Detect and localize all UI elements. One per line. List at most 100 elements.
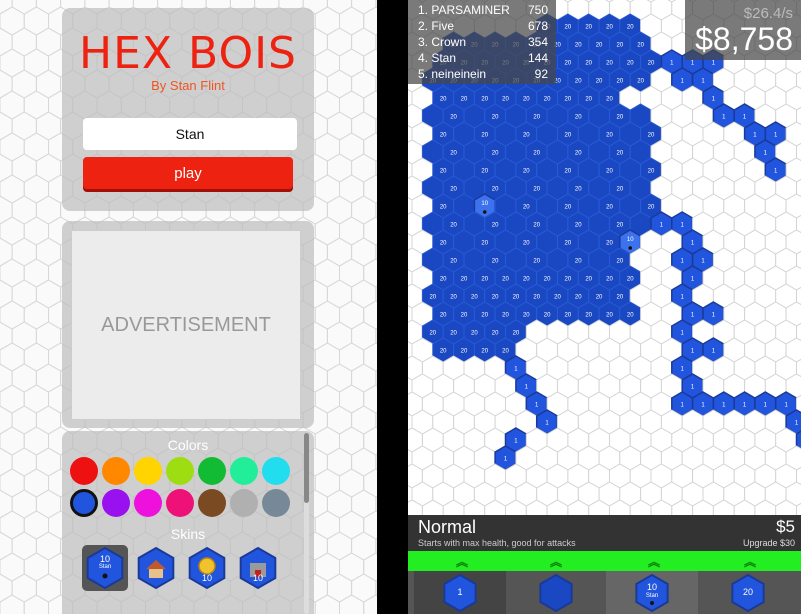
unit-strength-label: 1	[457, 587, 463, 597]
hex-strength-label: 20	[502, 277, 509, 283]
hex-strength-label: 20	[585, 277, 592, 283]
color-swatch[interactable]	[198, 489, 226, 517]
hex-strength-label: 20	[533, 223, 540, 229]
hex-strength-label: 20	[544, 313, 551, 319]
hex-strength-label: 20	[585, 313, 592, 319]
hex-strength-label: 20	[481, 349, 488, 355]
hex-strength-label: 20	[617, 295, 624, 301]
money-balance: $8,758	[695, 21, 793, 57]
income-rate: $26.4/s	[743, 5, 793, 22]
hex-strength-label: 20	[554, 295, 561, 301]
hex-strength-label: 20	[575, 295, 582, 301]
hex-strength-label: 20	[637, 43, 644, 49]
hex-strength-label: 20	[575, 115, 582, 121]
hex-strength-label: 20	[606, 61, 613, 67]
hex-strength-label: 20	[533, 115, 540, 121]
hex-strength-label: 20	[461, 277, 468, 283]
color-swatch[interactable]	[134, 457, 162, 485]
leaderboard-row: 2. Five 678	[418, 19, 552, 35]
hex-strength-label: 20	[461, 97, 468, 103]
hex-strength-label: 20	[481, 313, 488, 319]
leaderboard-row: 4. Stan 144	[418, 51, 552, 67]
hex-strength-label: 20	[575, 259, 582, 265]
hex-strength-label: 20	[565, 277, 572, 283]
hex-strength-label: 20	[544, 97, 551, 103]
hex-strength-label: 20	[492, 295, 499, 301]
customize-panel: Colors Skins 10 Stan 10 10	[62, 431, 314, 614]
hex-strength-label: 20	[606, 277, 613, 283]
hex-strength-label: 20	[585, 61, 592, 67]
color-swatch[interactable]	[70, 457, 98, 485]
color-swatch[interactable]	[102, 489, 130, 517]
unit-option[interactable]: 1	[414, 571, 506, 614]
color-swatch[interactable]	[230, 489, 258, 517]
leaderboard-name: 2. Five	[418, 19, 455, 33]
leaderboard: 1. PARSAMINER 750 2. Five 678 3. Crown 354 …	[408, 0, 556, 84]
color-swatch[interactable]	[70, 489, 98, 517]
color-swatch[interactable]	[102, 457, 130, 485]
hex-strength-label: 20	[627, 25, 634, 31]
hex-strength-label: 20	[523, 97, 530, 103]
upgrade-price[interactable]: Upgrade $30	[743, 538, 795, 548]
color-swatch[interactable]	[262, 457, 290, 485]
hex-strength-label: 10	[627, 237, 634, 243]
leaderboard-name: 4. Stan	[418, 51, 457, 65]
hex-strength-label: 20	[596, 43, 603, 49]
leaderboard-row: 3. Crown 354	[418, 35, 552, 51]
color-swatch[interactable]	[262, 489, 290, 517]
play-button[interactable]: play	[83, 157, 293, 189]
hex-strength-label: 20	[565, 133, 572, 139]
unit-strength-label: 10	[646, 582, 657, 592]
menu-scrollbar-thumb[interactable]	[304, 433, 309, 503]
chevron-up-icon: ︽	[455, 555, 468, 569]
color-swatch[interactable]	[198, 457, 226, 485]
unit-option[interactable]: 20	[702, 571, 794, 614]
hex-strength-label: 20	[492, 151, 499, 157]
color-swatch[interactable]	[230, 457, 258, 485]
hex-strength-label: 20	[627, 313, 634, 319]
hex-strength-label: 20	[565, 97, 572, 103]
skin-option[interactable]	[133, 545, 179, 591]
hex-strength-label: 20	[481, 133, 488, 139]
unit-option[interactable]	[510, 571, 602, 614]
hex-strength-label: 20	[513, 331, 520, 337]
hex-strength-label: 20	[523, 313, 530, 319]
hex-strength-label: 20	[440, 205, 447, 211]
hex-strength-label: 20	[481, 277, 488, 283]
unit-shop-bar: Normal $5 Starts with max health, good f…	[408, 515, 801, 614]
unit-owner-label: Stan	[645, 593, 659, 599]
hex-strength-label: 20	[533, 259, 540, 265]
color-swatch[interactable]	[166, 489, 194, 517]
unit-strength-label: 20	[742, 587, 753, 597]
hex-strength-label: 20	[606, 169, 613, 175]
hex-strength-label: 20	[450, 331, 457, 337]
hex-strength-label: 20	[575, 223, 582, 229]
unit-option[interactable]: 10 Stan	[606, 571, 698, 614]
hex-strength-label: 20	[502, 313, 509, 319]
menu-scrollbar[interactable]	[304, 433, 309, 614]
skin-option[interactable]: 10	[184, 545, 230, 591]
color-swatch[interactable]	[134, 489, 162, 517]
chevron-up-icon: ︽	[743, 555, 756, 569]
chevron-up-icon: ︽	[647, 555, 660, 569]
color-swatch[interactable]	[166, 457, 194, 485]
skin-option[interactable]: 10	[235, 545, 281, 591]
hex-strength-label: 20	[492, 331, 499, 337]
unit-price: $5	[776, 517, 795, 536]
upgrade-bar[interactable]: ︽ ︽ ︽ ︽	[408, 551, 801, 571]
hex-strength-label: 20	[533, 295, 540, 301]
hex-strength-label: 20	[565, 241, 572, 247]
hex-strength-label: 20	[440, 169, 447, 175]
hex-strength-label: 20	[461, 349, 468, 355]
skin-option[interactable]: 10 Stan	[82, 545, 128, 591]
hex-strength-label: 20	[492, 187, 499, 193]
hex-strength-label: 20	[585, 25, 592, 31]
hex-strength-label: 20	[648, 205, 655, 211]
nickname-input[interactable]	[83, 118, 297, 150]
leaderboard-row: 5. neineinein 92	[418, 67, 552, 83]
hex-strength-label: 20	[575, 43, 582, 49]
leaderboard-score: 678	[527, 19, 548, 33]
hex-strength-label: 20	[523, 205, 530, 211]
hex-strength-label: 20	[471, 331, 478, 337]
hex-strength-label: 20	[606, 25, 613, 31]
